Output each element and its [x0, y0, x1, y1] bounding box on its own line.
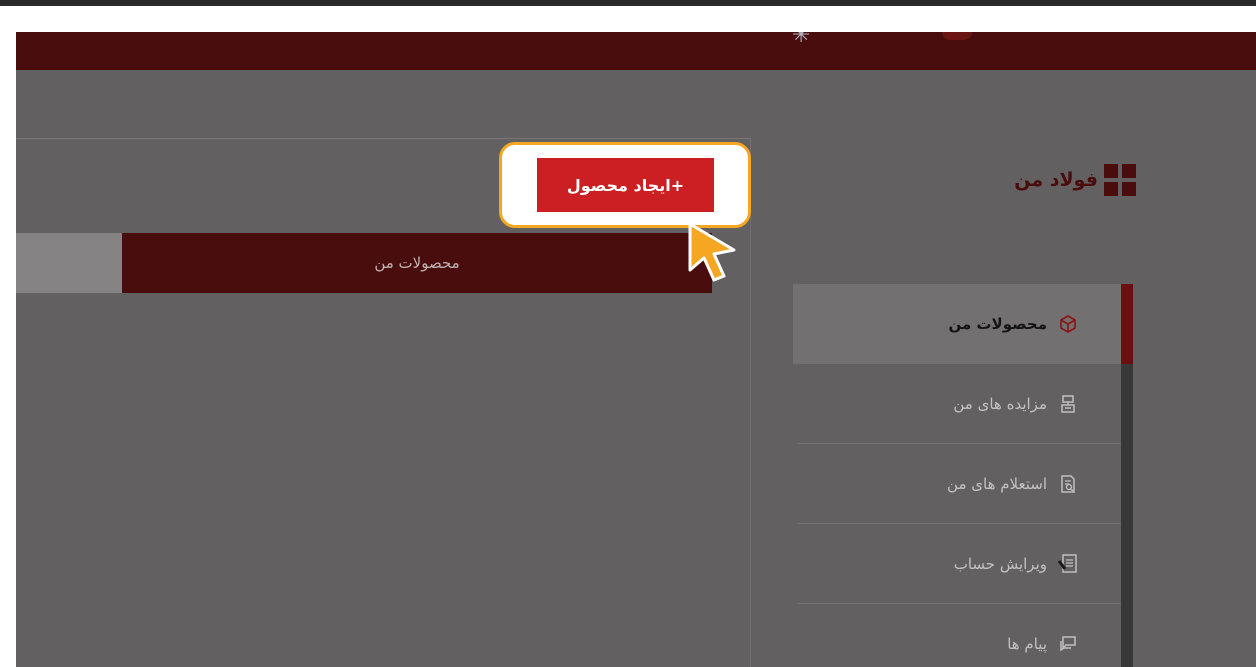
tab-other[interactable]	[16, 233, 122, 293]
header-brand-mark-icon	[942, 32, 972, 40]
sidebar-item-my-products[interactable]: محصولات من	[793, 284, 1133, 364]
sidebar-menu: محصولات من مزایده های من استعلام های من …	[793, 284, 1133, 667]
sidebar-item-edit-account[interactable]: ویرایش حساب	[793, 524, 1133, 604]
grid-logo-icon	[1104, 164, 1136, 196]
document-search-icon	[1057, 473, 1079, 495]
edit-document-icon	[1057, 553, 1079, 575]
create-product-button[interactable]: +ایجاد محصول	[537, 158, 714, 212]
tab-my-products-label: محصولات من	[374, 254, 460, 272]
sidebar-item-label: ویرایش حساب	[953, 555, 1047, 573]
product-tabs: محصولات من	[16, 233, 712, 293]
sidebar-item-label: استعلام های من	[947, 475, 1047, 493]
brand-title: فولاد من	[1014, 169, 1098, 191]
sidebar-item-my-auctions[interactable]: مزایده های من	[793, 364, 1133, 444]
sidebar-item-my-inquiries[interactable]: استعلام های من	[793, 444, 1133, 524]
sidebar-item-label: مزایده های من	[953, 395, 1047, 413]
tab-my-products[interactable]: محصولات من	[122, 233, 712, 293]
chat-icon	[1057, 633, 1079, 655]
auction-icon	[1057, 393, 1079, 415]
window-top-border	[0, 0, 1256, 6]
cube-icon	[1057, 313, 1079, 335]
pointer-cursor-icon	[688, 222, 736, 282]
page-overlay: ✳ محصولات من +ایجاد محصول فولاد من محصول…	[16, 32, 1256, 667]
sidebar-item-messages[interactable]: پیام ها	[793, 604, 1133, 667]
sidebar-item-label: پیام ها	[1007, 635, 1047, 653]
sidebar-item-label: محصولات من	[948, 315, 1047, 333]
header-bar: ✳	[16, 32, 1256, 70]
header-logo-icon: ✳	[792, 32, 832, 44]
brand: فولاد من	[986, 160, 1136, 200]
